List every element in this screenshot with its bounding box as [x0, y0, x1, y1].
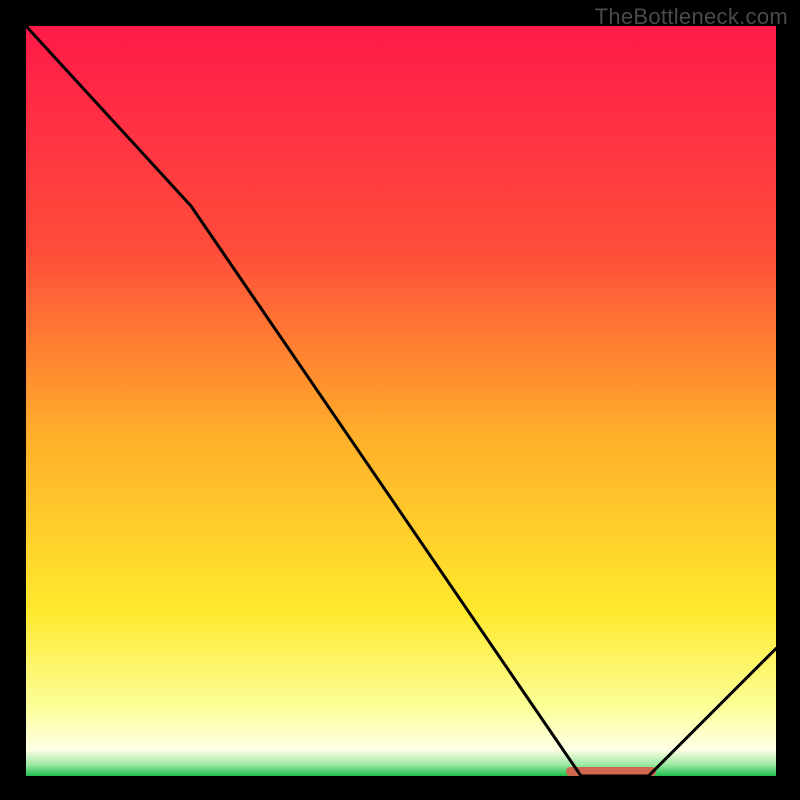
plot-frame [26, 26, 776, 776]
chart-wrapper: TheBottleneck.com [0, 0, 800, 800]
watermark-text: TheBottleneck.com [595, 4, 788, 30]
bottleneck-chart [26, 26, 776, 776]
gradient-background [26, 26, 776, 776]
